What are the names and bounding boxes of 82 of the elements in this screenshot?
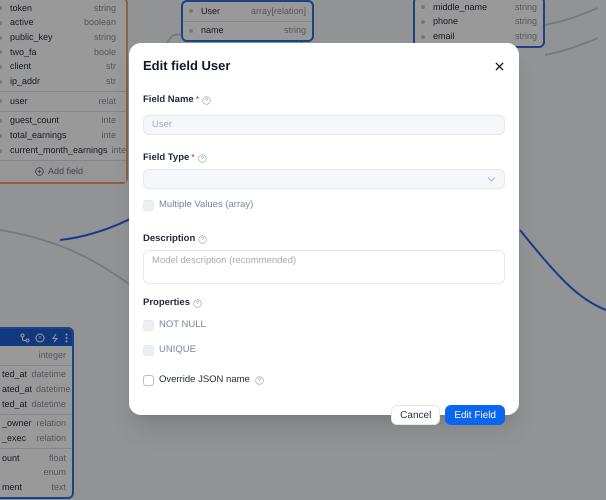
checkbox-label: NOT NULL <box>159 318 206 332</box>
link-icon[interactable] <box>20 332 30 342</box>
field-name: active <box>10 16 34 30</box>
field-name: ted_at <box>2 398 28 411</box>
add-field-button[interactable]: Add field <box>0 160 126 182</box>
field-type: str <box>105 75 116 88</box>
field-name: token <box>10 2 32 15</box>
help-icon[interactable] <box>193 298 202 308</box>
description-input[interactable]: Model description (recommended) <box>143 250 505 284</box>
close-button[interactable] <box>493 60 505 72</box>
field-name: client <box>10 60 32 74</box>
submit-button[interactable]: Edit Field <box>445 405 505 425</box>
relation-line <box>544 37 598 56</box>
field-type: string <box>282 24 306 38</box>
field-name: User <box>201 4 220 18</box>
field-name: ment <box>2 481 22 494</box>
table-card[interactable]: middle_name string phone string email string <box>413 0 545 48</box>
field-name: _exec <box>2 432 26 446</box>
help-icon[interactable] <box>254 376 264 384</box>
table-card[interactable]: User array[relation] name string <box>181 0 314 42</box>
field-name: phone <box>433 15 458 28</box>
field-name: ated_at <box>2 382 32 396</box>
help-icon[interactable] <box>202 96 212 104</box>
field-type: inte <box>100 129 116 142</box>
field-name: email <box>433 30 455 43</box>
field-type: relat <box>97 94 116 108</box>
field-label: Properties <box>143 296 190 310</box>
field-type: integer <box>37 348 66 362</box>
table-card[interactable]: token string active boolean public_key string two_fa boole client str ip_addr str user relat guest_count inte total_earnings inte current_month_earnings inte Add field <box>0 0 128 184</box>
field-type: datetime <box>30 398 66 411</box>
field-name: user <box>10 94 28 108</box>
field-type: string <box>92 30 116 44</box>
field-name: ount <box>2 452 20 465</box>
field-name: current_month_earnings <box>10 144 108 157</box>
more-icon[interactable] <box>65 332 68 342</box>
field-type: string <box>92 2 116 15</box>
field-name: guest_count <box>10 114 60 128</box>
field-name: ip_addr <box>10 75 40 88</box>
required-mark: * <box>196 93 200 106</box>
field-name: name <box>201 24 224 38</box>
info-icon[interactable] <box>35 332 45 342</box>
field-name: middle_name <box>433 0 488 14</box>
checkbox-label: UNIQUE <box>159 342 196 357</box>
text-input[interactable]: User <box>143 114 505 134</box>
checkbox-label: Multiple Values (array) <box>159 198 254 212</box>
field-name: _owner <box>2 417 32 430</box>
field-label: Description <box>143 232 196 246</box>
field-label: Field Name <box>143 92 194 107</box>
field-name: two_fa <box>10 46 37 59</box>
field-type: boolean <box>82 16 116 30</box>
field-type: array[relation] <box>250 4 306 18</box>
field-type: inte <box>100 114 116 128</box>
chevron-down-icon <box>487 176 496 182</box>
field-type: str <box>105 60 116 74</box>
field-type: relation <box>35 417 66 430</box>
field-name: total_earnings <box>10 129 67 142</box>
field-type: string <box>514 30 537 43</box>
field-type: datetime <box>30 368 66 382</box>
required-mark: * <box>191 151 195 164</box>
field-type: enum <box>42 466 66 480</box>
field-type: float <box>48 452 66 465</box>
select-field[interactable] <box>143 169 505 189</box>
table-card[interactable]: integer ted_at datetime ated_at datetime ted_at datetime _owner relation _exec relation ount float enum ment text <box>0 327 74 500</box>
field-type: relation <box>35 432 66 446</box>
field-type: string <box>514 0 537 14</box>
help-icon[interactable] <box>198 154 207 162</box>
help-icon[interactable] <box>198 234 208 244</box>
dialog-title: Edit field User <box>143 57 230 75</box>
field-name: ted_at <box>2 368 28 382</box>
field-type: text <box>50 481 66 494</box>
plus-circle-icon <box>34 166 44 176</box>
field-type: inte <box>110 144 126 157</box>
relation-line <box>544 7 598 26</box>
field-type: boole <box>92 46 116 59</box>
lightning-icon[interactable] <box>50 332 60 342</box>
field-name: public_key <box>10 30 53 44</box>
checkbox[interactable] <box>143 374 154 386</box>
cancel-button[interactable]: Cancel <box>391 405 440 425</box>
field-type: string <box>514 15 537 28</box>
field-label: Field Type <box>143 150 190 165</box>
field-type: datetime <box>35 382 71 396</box>
checkbox-label: Override JSON name <box>159 372 250 387</box>
